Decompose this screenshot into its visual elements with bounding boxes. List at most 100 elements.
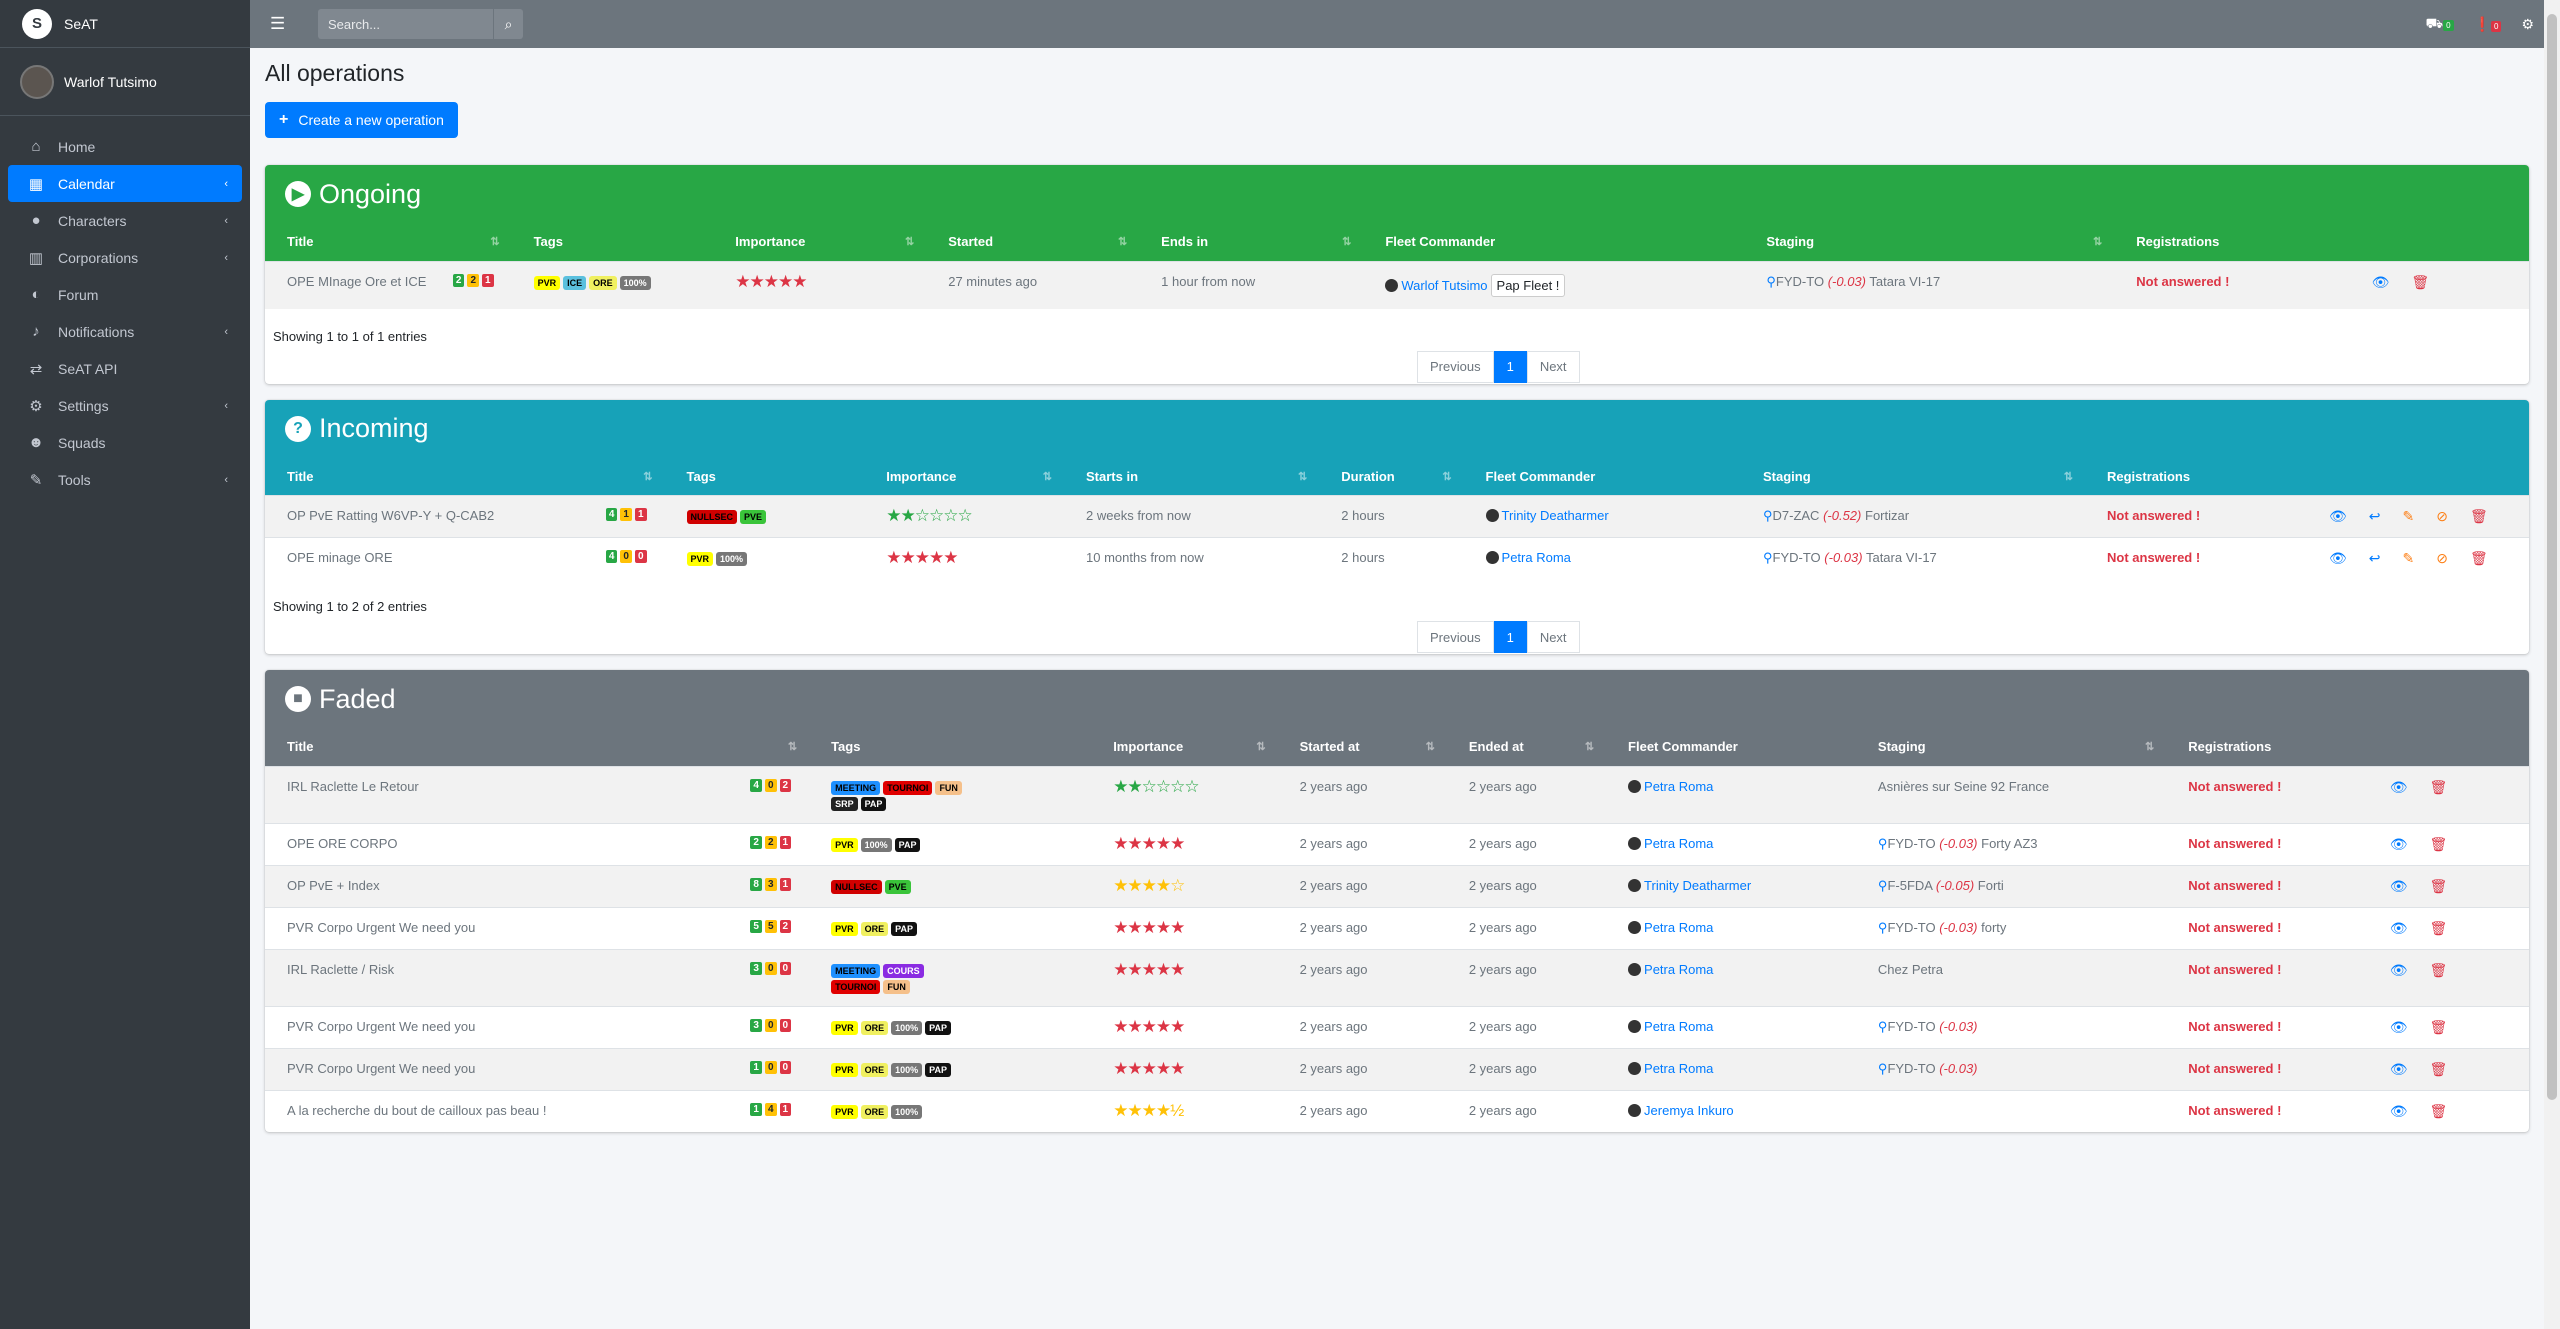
subscribe-icon[interactable]: ↩ [2369,550,2381,567]
errors-icon[interactable]: ❗ 0 [2474,16,2502,33]
user-panel[interactable]: Warlof Tutsimo [0,48,250,116]
column-header-fleet-commander[interactable]: Fleet Commander [1606,728,1856,766]
previous-page-button[interactable]: Previous [1417,350,1494,383]
column-header-registrations[interactable]: Registrations [2085,458,2307,496]
column-header-staging[interactable]: Staging ⇅ [1744,223,2114,261]
sidebar-item-tools[interactable]: ✎ Tools ‹ [8,461,242,498]
column-header-importance[interactable]: Importance ⇅ [1091,728,1277,766]
create-operation-button[interactable]: + Create a new operation [265,102,458,138]
column-header-staging[interactable]: Staging ⇅ [1856,728,2166,766]
fleet-commander-link[interactable]: Petra Roma [1628,779,1713,794]
sidebar-item-notifications[interactable]: ♪ Notifications ‹ [8,313,242,350]
column-header-tags[interactable]: Tags [512,223,714,261]
operation-title[interactable]: OPE minage ORE [287,550,393,565]
fleet-commander-link[interactable]: Petra Roma [1628,836,1713,851]
column-header-title[interactable]: Title ⇅ [265,728,809,766]
delete-icon[interactable]: 🗑 [2470,550,2488,567]
column-header-duration[interactable]: Duration ⇅ [1319,458,1463,496]
column-header-registrations[interactable]: Registrations [2166,728,2368,766]
queue-icon[interactable]: ⛟ 0 [2425,15,2454,34]
sidebar-item-characters[interactable]: ● Characters ‹ [8,202,242,239]
column-header-fleet-commander[interactable]: Fleet Commander [1363,223,1744,261]
sidebar-item-squads[interactable]: ☻ Squads [8,424,242,461]
view-icon[interactable]: 👁 [2390,779,2408,796]
column-header-starts-in[interactable]: Starts in ⇅ [1064,458,1319,496]
delete-icon[interactable]: 🗑 [2470,508,2488,525]
menu-toggle-icon[interactable]: ☰ [270,14,300,34]
fleet-commander-link[interactable]: Jeremya Inkuro [1628,1103,1734,1118]
fleet-commander-link[interactable]: Warlof Tutsimo [1385,278,1488,293]
view-icon[interactable]: 👁 [2390,1061,2408,1078]
operation-title[interactable]: OPE MInage Ore et ICE [287,274,426,289]
edit-icon[interactable]: ✎ [2402,550,2414,567]
column-header-importance[interactable]: Importance ⇅ [713,223,926,261]
sort-icon[interactable]: ⇅ [1442,470,1451,483]
view-icon[interactable]: 👁 [2390,962,2408,979]
page-1-button[interactable]: 1 [1493,350,1527,383]
scrollbar[interactable] [2544,0,2560,1329]
sidebar-item-home[interactable]: ⌂ Home [8,128,242,165]
view-icon[interactable]: 👁 [2329,550,2347,567]
delete-icon[interactable]: 🗑 [2430,878,2448,895]
sort-icon[interactable]: ⇅ [1585,740,1594,753]
cancel-icon[interactable]: ⊘ [2436,508,2448,525]
fleet-commander-link[interactable]: Trinity Deatharmer [1485,508,1609,523]
operation-title[interactable]: PVR Corpo Urgent We need you [287,1061,475,1076]
next-page-button[interactable]: Next [1526,621,1580,653]
fleet-commander-link[interactable]: Petra Roma [1485,550,1571,565]
operation-title[interactable]: A la recherche du bout de cailloux pas b… [287,1103,546,1118]
operation-title[interactable]: OP PvE + Index [287,878,380,893]
sort-icon[interactable]: ⇅ [2145,740,2154,753]
delete-icon[interactable]: 🗑 [2411,274,2429,291]
cancel-icon[interactable]: ⊘ [2436,550,2448,567]
view-icon[interactable]: 👁 [2390,920,2408,937]
column-header-fleet-commander[interactable]: Fleet Commander [1464,458,1741,496]
column-header-registrations[interactable]: Registrations [2114,223,2349,261]
operation-title[interactable]: OP PvE Ratting W6VP-Y + Q-CAB2 [287,508,494,523]
search-input[interactable] [318,9,493,39]
scrollbar-thumb[interactable] [2547,14,2557,1100]
fleet-commander-link[interactable]: Petra Roma [1628,962,1713,977]
pap-fleet-button[interactable]: Pap Fleet ! [1490,273,1566,297]
search-icon[interactable]: ⌕ [493,9,523,39]
view-icon[interactable]: 👁 [2390,878,2408,895]
delete-icon[interactable]: 🗑 [2430,962,2448,979]
fleet-commander-link[interactable]: Petra Roma [1628,920,1713,935]
previous-page-button[interactable]: Previous [1417,621,1494,653]
sort-icon[interactable]: ⇅ [788,740,797,753]
operation-title[interactable]: OPE ORE CORPO [287,836,398,851]
sort-icon[interactable]: ⇅ [1256,740,1265,753]
sort-icon[interactable]: ⇅ [1298,470,1307,483]
sort-icon[interactable]: ⇅ [643,470,652,483]
sort-icon[interactable]: ⇅ [1118,235,1127,248]
gears-icon[interactable]: ⚙ [2521,16,2534,33]
column-header-ends-in[interactable]: Ends in ⇅ [1139,223,1363,261]
fleet-commander-link[interactable]: Petra Roma [1628,1061,1713,1076]
delete-icon[interactable]: 🗑 [2430,836,2448,853]
sidebar-item-settings[interactable]: ⚙ Settings ‹ [8,387,242,424]
delete-icon[interactable]: 🗑 [2430,1103,2448,1120]
view-icon[interactable]: 👁 [2372,274,2390,291]
sort-icon[interactable]: ⇅ [905,235,914,248]
sort-icon[interactable]: ⇅ [1342,235,1351,248]
operation-title[interactable]: IRL Raclette Le Retour [287,779,419,794]
column-header-started-at[interactable]: Started at ⇅ [1278,728,1447,766]
column-header-tags[interactable]: Tags [665,458,865,496]
fleet-commander-link[interactable]: Petra Roma [1628,1019,1713,1034]
delete-icon[interactable]: 🗑 [2430,920,2448,937]
sidebar-item-forum[interactable]: ◐ Forum [8,276,242,313]
operation-title[interactable]: PVR Corpo Urgent We need you [287,920,475,935]
sort-icon[interactable]: ⇅ [2093,235,2102,248]
edit-icon[interactable]: ✎ [2402,508,2414,525]
sort-icon[interactable]: ⇅ [490,235,499,248]
delete-icon[interactable]: 🗑 [2430,779,2448,796]
column-header-title[interactable]: Title ⇅ [265,223,512,261]
view-icon[interactable]: 👁 [2390,836,2408,853]
column-header-title[interactable]: Title ⇅ [265,458,665,496]
column-header-ended-at[interactable]: Ended at ⇅ [1447,728,1606,766]
brand[interactable]: S SeAT [0,0,250,48]
next-page-button[interactable]: Next [1526,350,1580,383]
sort-icon[interactable]: ⇅ [2064,470,2073,483]
sort-icon[interactable]: ⇅ [1043,470,1052,483]
column-header-tags[interactable]: Tags [809,728,1091,766]
